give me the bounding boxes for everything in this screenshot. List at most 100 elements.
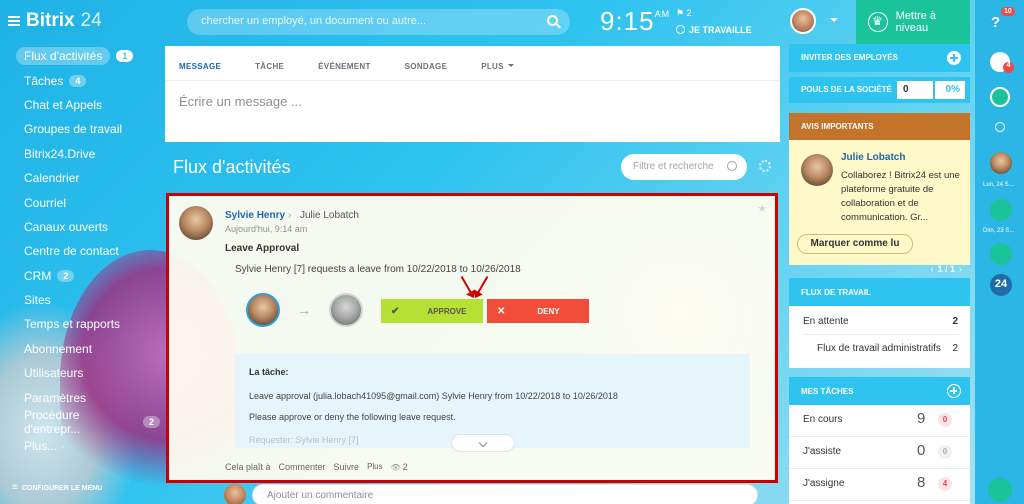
task-label: La tâche: xyxy=(249,367,289,377)
configure-menu-button[interactable]: CONFIGURER LE MENU xyxy=(12,482,103,493)
star-icon[interactable]: ★ xyxy=(757,202,767,215)
menu-item-mail[interactable]: Courriel xyxy=(0,190,160,214)
menu-item-workgroups[interactable]: Groupes de travail xyxy=(0,117,160,141)
menu-item-more[interactable]: Plus... · xyxy=(0,434,160,458)
post-text: Sylvie Henry [7] requests a leave from 1… xyxy=(235,264,521,275)
expand-button[interactable] xyxy=(451,434,515,452)
approver-avatar xyxy=(329,293,363,327)
pager-text: 1 / 1 xyxy=(937,264,955,274)
user-avatar[interactable] xyxy=(790,8,816,34)
clock-ampm: AM xyxy=(654,9,671,19)
menu-item-subscription[interactable]: Abonnement xyxy=(0,337,160,361)
menu-label: Groupes de travail xyxy=(24,122,123,137)
menu-label: Sites xyxy=(24,293,51,308)
search-input[interactable]: chercher un employé, un document ou autr… xyxy=(187,9,570,35)
menu-item-drive[interactable]: Bitrix24.Drive xyxy=(0,142,160,166)
menu-item-open-channels[interactable]: Canaux ouverts xyxy=(0,215,160,239)
gear-icon[interactable] xyxy=(759,160,771,172)
tab-poll[interactable]: SONDAGE xyxy=(405,62,448,71)
comment-button[interactable]: Commenter xyxy=(279,462,326,472)
avatar[interactable] xyxy=(801,154,833,186)
follow-button[interactable]: Suivre xyxy=(334,462,360,472)
search-icon[interactable] xyxy=(547,15,558,26)
clock[interactable]: 9:15AM xyxy=(600,6,670,37)
notice-author[interactable]: Julie Lobatch xyxy=(841,152,905,163)
deny-button[interactable]: ✕ DENY xyxy=(487,299,589,323)
chevron-right-icon[interactable]: › xyxy=(959,264,962,274)
my-tasks-header[interactable]: MES TÂCHES xyxy=(789,377,970,405)
logo[interactable]: Bitrix 24 xyxy=(8,10,102,32)
menu-item-tasks[interactable]: Tâches 4 xyxy=(0,68,160,92)
feed-filter-input[interactable]: Filtre et recherche xyxy=(621,154,747,180)
notice-pager: ‹ 1 / 1 › xyxy=(789,264,970,276)
list-item[interactable]: J'assigne 8 4 xyxy=(789,469,970,501)
menu-item-sites[interactable]: Sites xyxy=(0,288,160,312)
menu-item-business-process[interactable]: Procédure d'entrepr... 2 xyxy=(0,408,160,437)
approve-button[interactable]: ✔ APPROVE xyxy=(381,299,483,323)
upgrade-button[interactable]: Mettre à niveau xyxy=(856,0,970,44)
workflow-admin-label[interactable]: Flux de travail administratifs xyxy=(817,343,941,354)
chat-group-icon[interactable] xyxy=(990,243,1012,265)
deny-label: DENY xyxy=(537,306,560,316)
more-button[interactable]: Plus xyxy=(367,462,383,472)
chevron-down-icon[interactable] xyxy=(830,18,838,22)
post-actions: Cela plaît à Commenter Suivre Plus 2 xyxy=(225,462,408,472)
composer-tabs: MESSAGE TÂCHE ÉVÉNEMENT SONDAGE PLUS xyxy=(165,46,780,71)
tab-event[interactable]: ÉVÉNEMENT xyxy=(318,62,371,71)
my-tasks-panel: En cours 9 0 J'assiste 0 0 J'assigne 8 4 xyxy=(789,405,970,504)
rail-label: Dim, 23 S... xyxy=(983,228,1015,234)
menu-item-settings[interactable]: Paramètres xyxy=(0,385,160,409)
search-icon[interactable] xyxy=(727,161,737,171)
filter-placeholder: Filtre et recherche xyxy=(633,161,714,172)
menu-item-users[interactable]: Utilisateurs xyxy=(0,361,160,385)
phone-icon[interactable] xyxy=(988,478,1012,502)
plus-icon[interactable] xyxy=(947,51,961,65)
task-row-badge: 0 xyxy=(938,413,952,427)
chevron-left-icon[interactable]: ‹ xyxy=(930,264,933,274)
add-task-icon[interactable] xyxy=(947,384,961,398)
company-pulse[interactable]: POULS DE LA SOCIÉTÉ 0 0% xyxy=(789,77,970,103)
menu-item-activity-stream[interactable]: Flux d'activités 1 xyxy=(0,44,160,68)
menu-item-time-reports[interactable]: Temps et rapports xyxy=(0,312,160,336)
work-status[interactable]: JE TRAVAILLE xyxy=(676,25,752,35)
rail-label: Lun, 24 S... xyxy=(983,182,1014,188)
menu-item-crm[interactable]: CRM 2 xyxy=(0,264,160,288)
post-author[interactable]: Sylvie Henry xyxy=(225,210,285,221)
tab-message[interactable]: MESSAGE xyxy=(179,62,221,71)
flag-counter[interactable]: ⚑ 2 xyxy=(676,8,692,19)
search-icon[interactable] xyxy=(995,122,1005,132)
like-button[interactable]: Cela plaît à xyxy=(225,462,271,472)
menu-label: Canaux ouverts xyxy=(24,219,109,234)
invite-employees-button[interactable]: INVITER DES EMPLOYÉS xyxy=(789,44,970,72)
crown-icon xyxy=(868,12,888,32)
menu-badge: 4 xyxy=(69,74,87,87)
workflow-pending-label[interactable]: En attente xyxy=(803,316,849,327)
avatar[interactable] xyxy=(990,152,1012,174)
chat-icon[interactable] xyxy=(990,87,1010,107)
help-icon[interactable]: ? xyxy=(991,14,1009,32)
menu-label: Chat et Appels xyxy=(24,97,103,112)
menu-label: Procédure d'entrepr... xyxy=(24,408,81,437)
list-item[interactable]: J'assiste 0 0 xyxy=(789,437,970,469)
message-input[interactable]: Écrire un message ... xyxy=(179,94,302,109)
tab-task[interactable]: TÂCHE xyxy=(255,62,284,71)
list-item[interactable]: En cours 9 0 xyxy=(789,405,970,437)
post-time: Aujourd'hui, 9:14 am xyxy=(225,224,308,234)
important-notice: Julie Lobatch Collaborez ! Bitrix24 est … xyxy=(789,140,970,265)
chat-group-icon[interactable] xyxy=(990,199,1012,221)
bitrix-counter[interactable]: 24 xyxy=(990,274,1012,296)
tab-more[interactable]: PLUS xyxy=(481,62,514,71)
help-badge: 10 xyxy=(1001,7,1015,16)
menu-item-chat[interactable]: Chat et Appels xyxy=(0,93,160,117)
workflow-pending-count: 2 xyxy=(952,316,958,327)
menu-burger-icon[interactable] xyxy=(8,16,20,26)
comment-input[interactable]: Ajouter un commentaire xyxy=(252,484,758,504)
author-avatar[interactable] xyxy=(179,206,213,240)
menu-item-contact-center[interactable]: Centre de contact xyxy=(0,239,160,263)
menu-label: Centre de contact xyxy=(24,244,119,259)
workflow-header[interactable]: FLUX DE TRAVAIL xyxy=(789,278,970,306)
menu-item-calendar[interactable]: Calendrier xyxy=(0,166,160,190)
task-row-badge: 0 xyxy=(938,445,952,459)
post-destination[interactable]: Julie Lobatch xyxy=(300,210,359,221)
mark-as-read-button[interactable]: Marquer comme lu xyxy=(797,234,913,254)
